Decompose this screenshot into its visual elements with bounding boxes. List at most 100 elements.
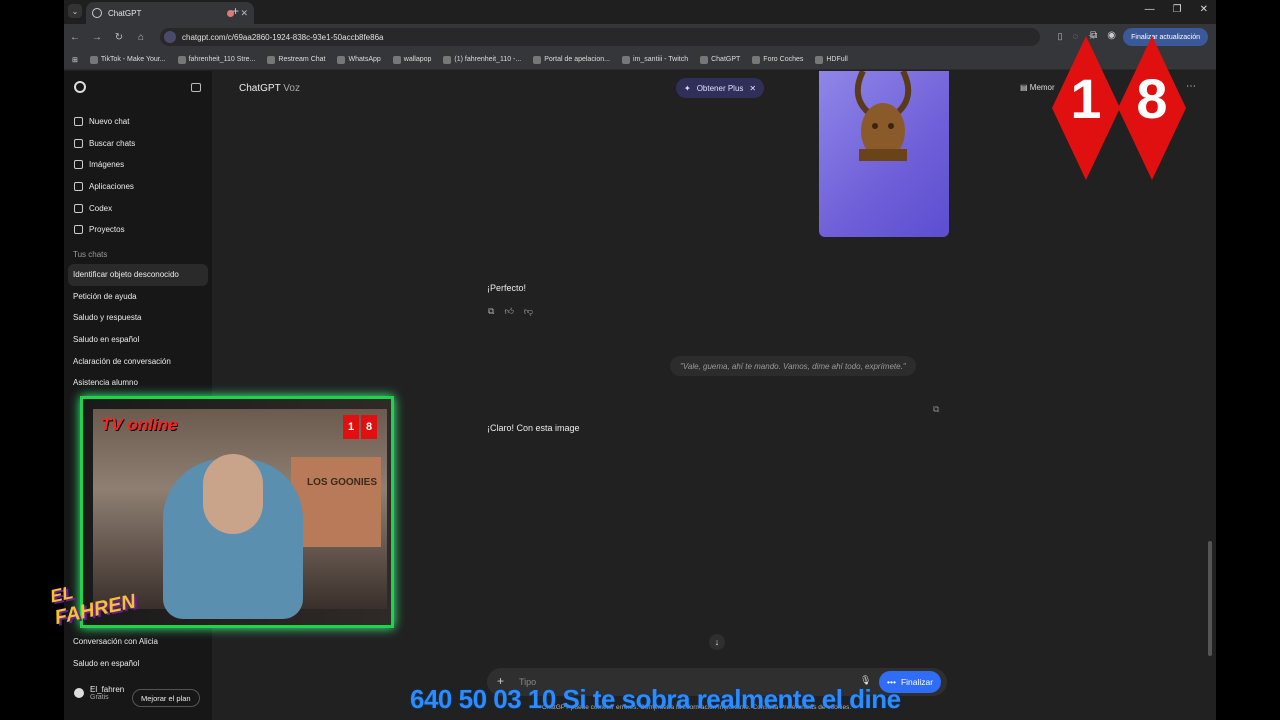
chat-item[interactable]: Petición de ayuda: [68, 286, 208, 308]
age-badge-small: 18: [343, 415, 377, 439]
age-digit-left: 1: [1052, 36, 1120, 180]
bookmark[interactable]: (1) fahrenheit_110 -...: [443, 55, 521, 64]
assistant-message: ¡Claro! Con esta image: [487, 423, 580, 433]
bookmark[interactable]: Restream Chat: [267, 55, 325, 64]
streamer-head: [203, 454, 263, 534]
sidebar-item-search[interactable]: Buscar chats: [74, 133, 206, 155]
chat-item[interactable]: Saludo en español: [68, 653, 208, 675]
tiktok-icon: [89, 55, 98, 64]
apps-icon: [74, 182, 83, 192]
age-digit-right: 8: [1118, 36, 1186, 180]
tv-online-label: TV online: [101, 415, 178, 434]
back-icon[interactable]: ←: [64, 32, 86, 43]
chats-section-label: Tus chats: [73, 250, 108, 259]
tab-search-button[interactable]: ⌄: [68, 4, 82, 18]
goonies-poster: LOS GOONIES: [291, 457, 381, 547]
chatgpt-favicon-icon: [92, 8, 102, 18]
address-bar[interactable]: chatgpt.com/c/69aa2860-1924-838c-93e1-50…: [160, 28, 1040, 46]
maximize-icon[interactable]: ❐: [1173, 4, 1182, 15]
bookmarks-bar: ⊞ TikTok - Make Your... fahrenheit_110 S…: [64, 50, 1216, 70]
apps-grid-icon[interactable]: ⊞: [72, 56, 78, 64]
chat-item[interactable]: Saludo en español: [68, 329, 208, 351]
collapse-sidebar-icon[interactable]: [191, 83, 201, 92]
new-tab-button[interactable]: +: [232, 4, 239, 18]
wallapop-icon: [392, 55, 401, 64]
sidebar-item-new-chat[interactable]: Nuevo chat: [74, 111, 206, 133]
reload-icon[interactable]: ↻: [108, 32, 130, 43]
memory-icon: ▤: [1020, 83, 1030, 92]
window-controls: — ❐ ✕: [1145, 4, 1208, 15]
restream-icon: [267, 55, 276, 64]
edit-icon: [74, 117, 83, 127]
close-window-icon[interactable]: ✕: [1200, 4, 1208, 15]
scrollbar[interactable]: [1208, 541, 1212, 656]
close-icon[interactable]: ✕: [749, 84, 756, 93]
memory-button[interactable]: ▤ Memor: [1020, 83, 1055, 92]
scroll-down-button[interactable]: ↓: [709, 634, 725, 650]
bookmark[interactable]: im_santiii - Twitch: [622, 55, 688, 64]
forocoches-icon: [752, 55, 761, 64]
site-info-icon[interactable]: [164, 31, 176, 43]
image-icon: [74, 160, 83, 170]
chat-item[interactable]: Identificar objeto desconocido: [68, 264, 208, 286]
browser-toolbar: ← → ↻ ⌂ chatgpt.com/c/69aa2860-1924-838c…: [64, 24, 1216, 50]
copy-icon[interactable]: ⧉: [933, 404, 939, 415]
bookmark[interactable]: WhatsApp: [337, 55, 381, 64]
sidebar-item-codex[interactable]: Codex: [74, 197, 206, 219]
bookmark[interactable]: Foro Coches: [752, 55, 803, 64]
bookmark[interactable]: fahrenheit_110 Stre...: [177, 55, 255, 64]
model-sub: Voz: [283, 83, 300, 94]
message-actions: ⧉ 👍︎ 👎︎: [488, 306, 533, 317]
sidebar-item-projects[interactable]: Proyectos: [74, 219, 206, 241]
sidebar-item-images[interactable]: Imágenes: [74, 154, 206, 176]
bookmark[interactable]: TikTok - Make Your...: [89, 55, 166, 64]
twitch-icon: [533, 55, 542, 64]
forward-icon[interactable]: →: [86, 32, 108, 43]
close-tab-icon[interactable]: ✕: [240, 8, 248, 19]
twitch-icon: [622, 55, 630, 64]
chat-item[interactable]: Asistencia alumno: [68, 372, 208, 394]
deer-badge-image: [854, 71, 912, 161]
plus-icon: ✦: [684, 83, 691, 93]
model-selector[interactable]: ChatGPT Voz: [239, 83, 300, 94]
uploaded-image[interactable]: [819, 71, 949, 237]
avatar: [74, 688, 84, 698]
bookmark[interactable]: ChatGPT: [700, 55, 740, 64]
arrow-down-icon: ↓: [714, 637, 720, 647]
youtube-icon: [443, 55, 452, 64]
tab-bar: ⌄ ChatGPT ✕ + — ❐ ✕: [64, 0, 1216, 24]
search-icon: [74, 138, 83, 148]
bookmark[interactable]: Portal de apelacion...: [533, 55, 610, 64]
thumbs-down-icon[interactable]: 👎︎: [524, 306, 533, 317]
chat-item[interactable]: Conversación con Alicia: [68, 631, 208, 653]
url-text: chatgpt.com/c/69aa2860-1924-838c-93e1-50…: [182, 32, 384, 42]
minimize-icon[interactable]: —: [1145, 4, 1155, 15]
model-name: ChatGPT: [239, 83, 281, 94]
user-name: El_fahren: [90, 685, 125, 694]
chat-item[interactable]: Saludo y respuesta: [68, 307, 208, 329]
hdfull-icon: [815, 55, 824, 64]
chat-item[interactable]: Aclaración de conversación: [68, 350, 208, 372]
code-icon: [74, 203, 83, 213]
browser-tab[interactable]: ChatGPT ✕: [86, 2, 254, 24]
age-rating-badge: 1 8: [1052, 36, 1188, 180]
thumbs-up-icon[interactable]: 👍︎: [504, 306, 513, 317]
upgrade-plan-button[interactable]: Mejorar el plan: [132, 689, 200, 707]
tab-title: ChatGPT: [108, 8, 142, 18]
kick-icon: [177, 55, 186, 64]
user-plan: Gratis: [90, 694, 109, 701]
home-icon[interactable]: ⌂: [130, 32, 152, 43]
bookmark[interactable]: wallapop: [392, 55, 431, 64]
user-voice-message: "Vale, guema, ahí te mando. Vamos, dime …: [670, 356, 916, 376]
chat-list: Identificar objeto desconocido Petición …: [68, 264, 208, 394]
user-profile[interactable]: El_fahren Gratis: [74, 685, 124, 701]
sidebar-item-apps[interactable]: Aplicaciones: [74, 176, 206, 198]
bookmark[interactable]: HDFull: [815, 55, 848, 64]
donation-ticker: 640 50 03 10 Si te sobra realmente el di…: [410, 684, 901, 714]
chatgpt-logo-icon[interactable]: [74, 81, 86, 93]
get-plus-button[interactable]: ✦ Obtener Plus ✕: [676, 78, 765, 98]
whatsapp-icon: [337, 55, 346, 64]
copy-icon[interactable]: ⧉: [488, 306, 494, 317]
folder-icon: [74, 225, 83, 235]
sidebar-nav: Nuevo chat Buscar chats Imágenes Aplicac…: [74, 111, 206, 241]
